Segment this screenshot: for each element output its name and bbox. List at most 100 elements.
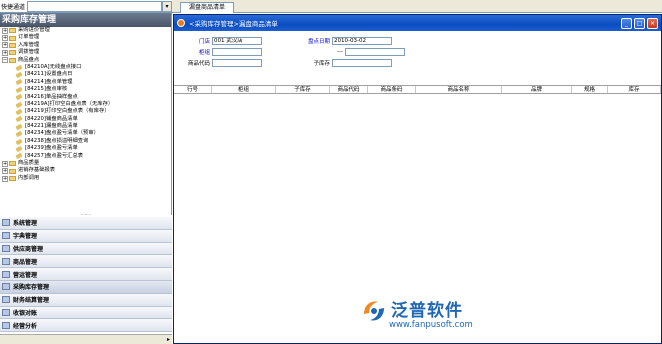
dash-separator: --- bbox=[337, 49, 343, 55]
report-icon bbox=[16, 116, 23, 122]
chevron-down-icon[interactable]: ▾ bbox=[162, 0, 172, 12]
tree-item-label: 订单管理 bbox=[18, 34, 40, 41]
report-icon bbox=[16, 153, 23, 159]
module-icon bbox=[2, 296, 10, 304]
quick-channel-bar: 快捷通道 ▾ bbox=[0, 0, 172, 13]
report-icon bbox=[16, 94, 23, 100]
module-logistics[interactable]: 营运管理 bbox=[0, 268, 172, 281]
tree-item-label: [84216]单品抽样盘点 bbox=[25, 93, 78, 100]
tree-item[interactable]: [84257]盘点盈亏汇总表 bbox=[2, 153, 171, 160]
module-icon bbox=[2, 321, 10, 329]
module-supplier[interactable]: 供应商管理 bbox=[0, 242, 172, 256]
store-field[interactable]: 001 武汉店 bbox=[212, 37, 262, 45]
tree-item-label: 进销存基础报表 bbox=[18, 167, 56, 174]
store-label: 门店 bbox=[198, 39, 210, 45]
count-date-field[interactable]: 2010-03-02 bbox=[332, 37, 392, 45]
module-icon bbox=[2, 308, 10, 316]
tree-item[interactable]: [84234]盘点盈亏清单（预审） bbox=[2, 130, 171, 137]
sub-warehouse-field[interactable] bbox=[332, 59, 392, 67]
expand-icon[interactable]: + bbox=[2, 35, 8, 42]
column-header[interactable]: 子库存 bbox=[276, 86, 330, 93]
maximize-button[interactable]: □ bbox=[634, 18, 645, 29]
folder-icon bbox=[9, 28, 16, 34]
minimize-button[interactable]: _ bbox=[621, 18, 632, 29]
column-header[interactable]: 品牌 bbox=[502, 86, 572, 93]
tree-item[interactable]: [84219]打印空白盘点表（有库存） bbox=[2, 108, 171, 115]
report-icon bbox=[16, 146, 23, 152]
tree-item-label: 调拨管理 bbox=[18, 49, 40, 56]
collapse-icon[interactable]: − bbox=[2, 57, 8, 64]
module-purchase-inventory[interactable]: 采购库存管理 bbox=[0, 280, 172, 294]
tree-item-label: [84257]盘点盈亏汇总表 bbox=[25, 152, 84, 159]
module-label: 收银对账 bbox=[13, 309, 38, 317]
column-header[interactable]: 规格 bbox=[572, 86, 608, 93]
tree-item[interactable]: [84216]单品抽样盘点 bbox=[2, 94, 171, 101]
counter-group-to-field[interactable] bbox=[344, 48, 405, 56]
folder-icon bbox=[9, 176, 16, 181]
quick-channel-label: 快捷通道 bbox=[1, 3, 26, 11]
module-system[interactable]: 系统管理 bbox=[0, 217, 172, 230]
folder-icon bbox=[9, 161, 16, 167]
expand-icon[interactable]: + bbox=[2, 175, 8, 182]
module-cashier[interactable]: 收银对账 bbox=[0, 306, 172, 320]
expand-icon[interactable]: + bbox=[2, 160, 8, 167]
report-icon bbox=[16, 65, 23, 71]
tree-item[interactable]: + 内部调用 bbox=[2, 175, 171, 182]
tree-item[interactable]: [84239]盘点盈亏清单 bbox=[2, 145, 171, 152]
module-icon bbox=[2, 219, 10, 227]
window-titlebar[interactable]: <采购库存管理>漏盘商品清单 _ □ × bbox=[174, 15, 661, 31]
quick-channel-input[interactable] bbox=[27, 0, 162, 12]
left-scrollbar[interactable]: ▸ bbox=[0, 334, 172, 344]
column-header[interactable]: 商品名称 bbox=[416, 86, 502, 93]
tab-missed-goods[interactable]: 漏盘商品清单 bbox=[180, 2, 235, 13]
module-icon bbox=[2, 232, 10, 240]
module-analysis[interactable]: 经营分析 bbox=[0, 319, 172, 333]
module-label: 营运管理 bbox=[13, 271, 38, 279]
column-header[interactable]: 商品代码 bbox=[330, 86, 368, 93]
expand-icon[interactable]: + bbox=[2, 49, 8, 56]
column-header[interactable]: 商品条码 bbox=[368, 86, 416, 93]
report-icon bbox=[16, 72, 23, 78]
folder-icon bbox=[9, 42, 16, 48]
count-date-label: 盘点日期 bbox=[307, 39, 330, 45]
goods-code-field[interactable] bbox=[212, 59, 262, 67]
scroll-right-icon[interactable]: ▸ bbox=[167, 336, 170, 343]
module-icon bbox=[2, 270, 10, 278]
app-root: 快捷通道 ▾ 采购库存管理 + 采购进价管理 + 订单管理 + 入库管理 + 调拨管理 − 商品盘… bbox=[0, 0, 662, 344]
tree-item[interactable]: [84215]盘点审核 bbox=[2, 86, 171, 93]
module-goods[interactable]: 商品管理 bbox=[0, 255, 172, 269]
tree-item-label: [84211]设置盘点日 bbox=[25, 71, 73, 78]
column-header[interactable]: 库存 bbox=[608, 86, 661, 93]
folder-icon bbox=[9, 50, 16, 56]
brand-url: www.fanpusoft.com bbox=[389, 320, 473, 330]
close-button[interactable]: × bbox=[647, 18, 658, 29]
report-icon bbox=[16, 79, 23, 85]
tree-item[interactable]: [84211]设置盘点日 bbox=[2, 71, 171, 78]
tree-item[interactable]: + 进销存基础报表 bbox=[2, 167, 171, 175]
module-icon bbox=[2, 257, 10, 265]
module-icon bbox=[2, 283, 10, 291]
tree-item-label: [84239]盘点盈亏清单 bbox=[25, 145, 78, 152]
expand-icon[interactable]: + bbox=[2, 27, 8, 34]
tree-item[interactable]: − 商品盘点 bbox=[2, 57, 171, 64]
column-header[interactable]: 柜组 bbox=[212, 86, 276, 93]
expand-icon[interactable]: + bbox=[2, 42, 8, 49]
tree-item[interactable]: + 订单管理 bbox=[2, 34, 171, 42]
app-icon bbox=[177, 19, 185, 27]
counter-group-field[interactable] bbox=[212, 48, 262, 56]
module-label: 商品管理 bbox=[13, 258, 38, 266]
tree-item-label: [84215]盘点审核 bbox=[25, 86, 68, 93]
module-dictionary[interactable]: 字典管理 bbox=[0, 229, 172, 243]
column-header[interactable]: 行号 bbox=[174, 86, 212, 93]
window-title: <采购库存管理>漏盘商品清单 bbox=[189, 20, 278, 28]
module-finance[interactable]: 财务结算管理 bbox=[0, 293, 172, 307]
brand-name: 泛普软件 bbox=[391, 301, 463, 321]
expand-icon[interactable]: + bbox=[2, 168, 8, 175]
tree-item[interactable]: + 调拨管理 bbox=[2, 49, 171, 56]
goods-code-label: 商品代码 bbox=[187, 61, 210, 67]
panel-title: 采购库存管理 bbox=[0, 13, 171, 27]
tree-item[interactable]: [84220]铺盘商品清单 bbox=[2, 116, 171, 123]
module-label: 字典管理 bbox=[13, 233, 38, 241]
report-icon bbox=[16, 139, 23, 145]
report-icon bbox=[16, 124, 23, 130]
